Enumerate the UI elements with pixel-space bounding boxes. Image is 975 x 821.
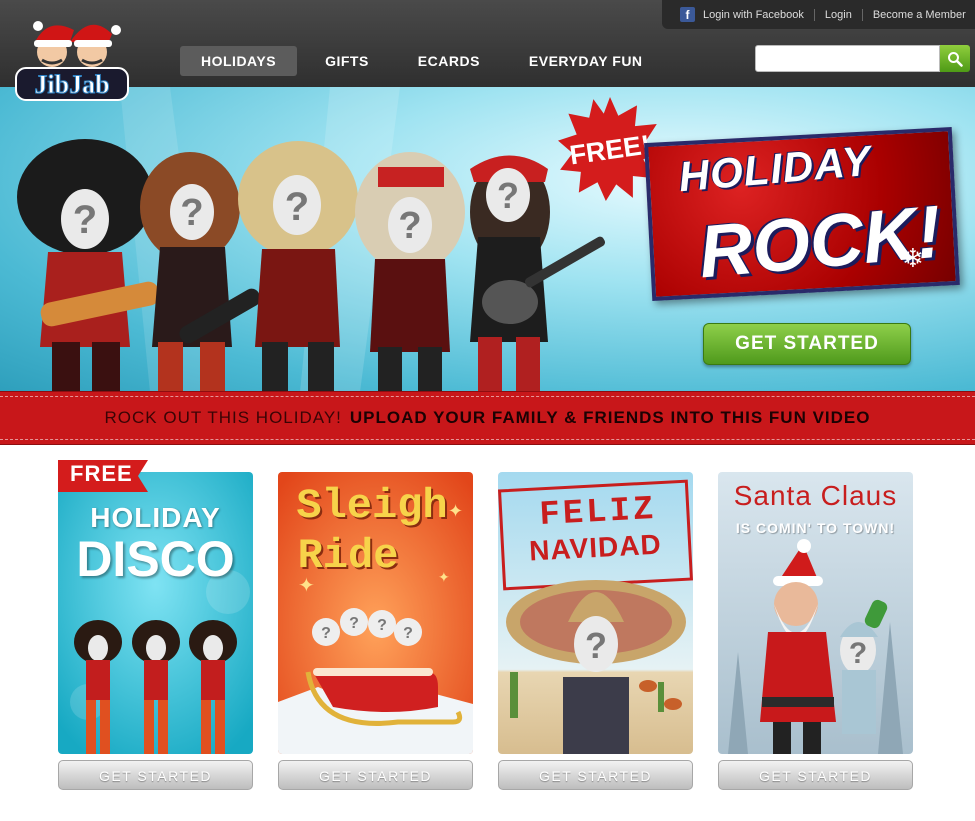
svg-text:?: ? [398, 205, 421, 247]
svg-text:?: ? [349, 615, 359, 632]
card4-title-line1: Santa Claus [733, 480, 898, 511]
search-input[interactable] [755, 45, 941, 72]
card1-title-line2: DISCO [76, 531, 235, 587]
search-box [755, 45, 970, 72]
svg-text:?: ? [377, 617, 387, 634]
ribbon-text: ROCK OUT THIS HOLIDAY! UPLOAD YOUR FAMILY… [0, 392, 975, 444]
card3-get-started-button[interactable]: GET STARTED [498, 760, 693, 790]
divider [861, 8, 863, 21]
svg-text:?: ? [180, 192, 203, 234]
svg-text:?: ? [585, 625, 607, 666]
hero-banner[interactable]: ? ? ? ? ? FREE! HOLIDAY ROCK! ❄ GET STAR… [0, 87, 975, 392]
main-nav: HOLIDAYS GIFTS ECARDS EVERYDAY FUN [180, 46, 671, 76]
jibjab-logo[interactable]: JibJab [12, 8, 132, 104]
svg-text:JibJab: JibJab [34, 70, 109, 99]
search-icon [948, 51, 963, 67]
nav-gifts[interactable]: GIFTS [304, 46, 390, 76]
card1-get-started-button[interactable]: GET STARTED [58, 760, 253, 790]
card-holiday-disco[interactable]: HOLIDAY DISCO [58, 472, 253, 754]
facebook-login-link[interactable]: Login with Facebook [703, 9, 804, 21]
santa-artwork: ? [718, 472, 913, 754]
promo-ribbon[interactable]: ROCK OUT THIS HOLIDAY! UPLOAD YOUR FAMILY… [0, 391, 975, 445]
ribbon-main: UPLOAD YOUR FAMILY & FRIENDS INTO THIS F… [349, 408, 871, 427]
card1-free-badge: FREE [70, 461, 133, 486]
facebook-icon[interactable]: f [680, 7, 695, 22]
card4-title-line2: IS COMIN' TO TOWN! [735, 520, 896, 536]
card2-title-line1: Sleigh [296, 482, 448, 530]
svg-text:?: ? [403, 625, 413, 642]
card-sleigh-ride[interactable]: ? ? ? ? ✦ ✦ ✦ Sleigh Ride [278, 472, 473, 754]
search-button[interactable] [940, 45, 970, 72]
svg-text:?: ? [73, 198, 97, 242]
card2-title-line2: Ride [297, 532, 399, 580]
hero-get-started-button[interactable]: GET STARTED [703, 323, 911, 365]
ribbon-lead: ROCK OUT THIS HOLIDAY! [104, 408, 342, 427]
account-bar: f Login with Facebook Login Become a Mem… [662, 0, 975, 29]
card2-get-started-button[interactable]: GET STARTED [278, 760, 473, 790]
card-feliz-navidad[interactable]: ? FELIZ NAVIDAD [498, 472, 693, 754]
card4-get-started-button[interactable]: GET STARTED [718, 760, 913, 790]
svg-text:✦: ✦ [438, 569, 450, 585]
snowflake-icon: ❄ [902, 243, 924, 273]
become-member-link[interactable]: Become a Member [873, 9, 966, 21]
svg-text:?: ? [321, 625, 331, 642]
site-header: JibJab f Login with Facebook Login Becom… [0, 0, 975, 101]
rockers-illustration: ? ? ? ? ? [17, 87, 606, 392]
login-link[interactable]: Login [825, 9, 852, 21]
nav-holidays[interactable]: HOLIDAYS [180, 46, 298, 76]
svg-text:?: ? [497, 175, 519, 216]
svg-text:?: ? [849, 637, 867, 670]
nav-ecards[interactable]: ECARDS [397, 46, 501, 76]
svg-text:?: ? [285, 185, 309, 229]
divider [813, 8, 815, 21]
nav-everyday-fun[interactable]: EVERYDAY FUN [508, 46, 664, 76]
card-santa-claus[interactable]: ? Santa Claus IS COMIN' TO TOWN! [718, 472, 913, 754]
